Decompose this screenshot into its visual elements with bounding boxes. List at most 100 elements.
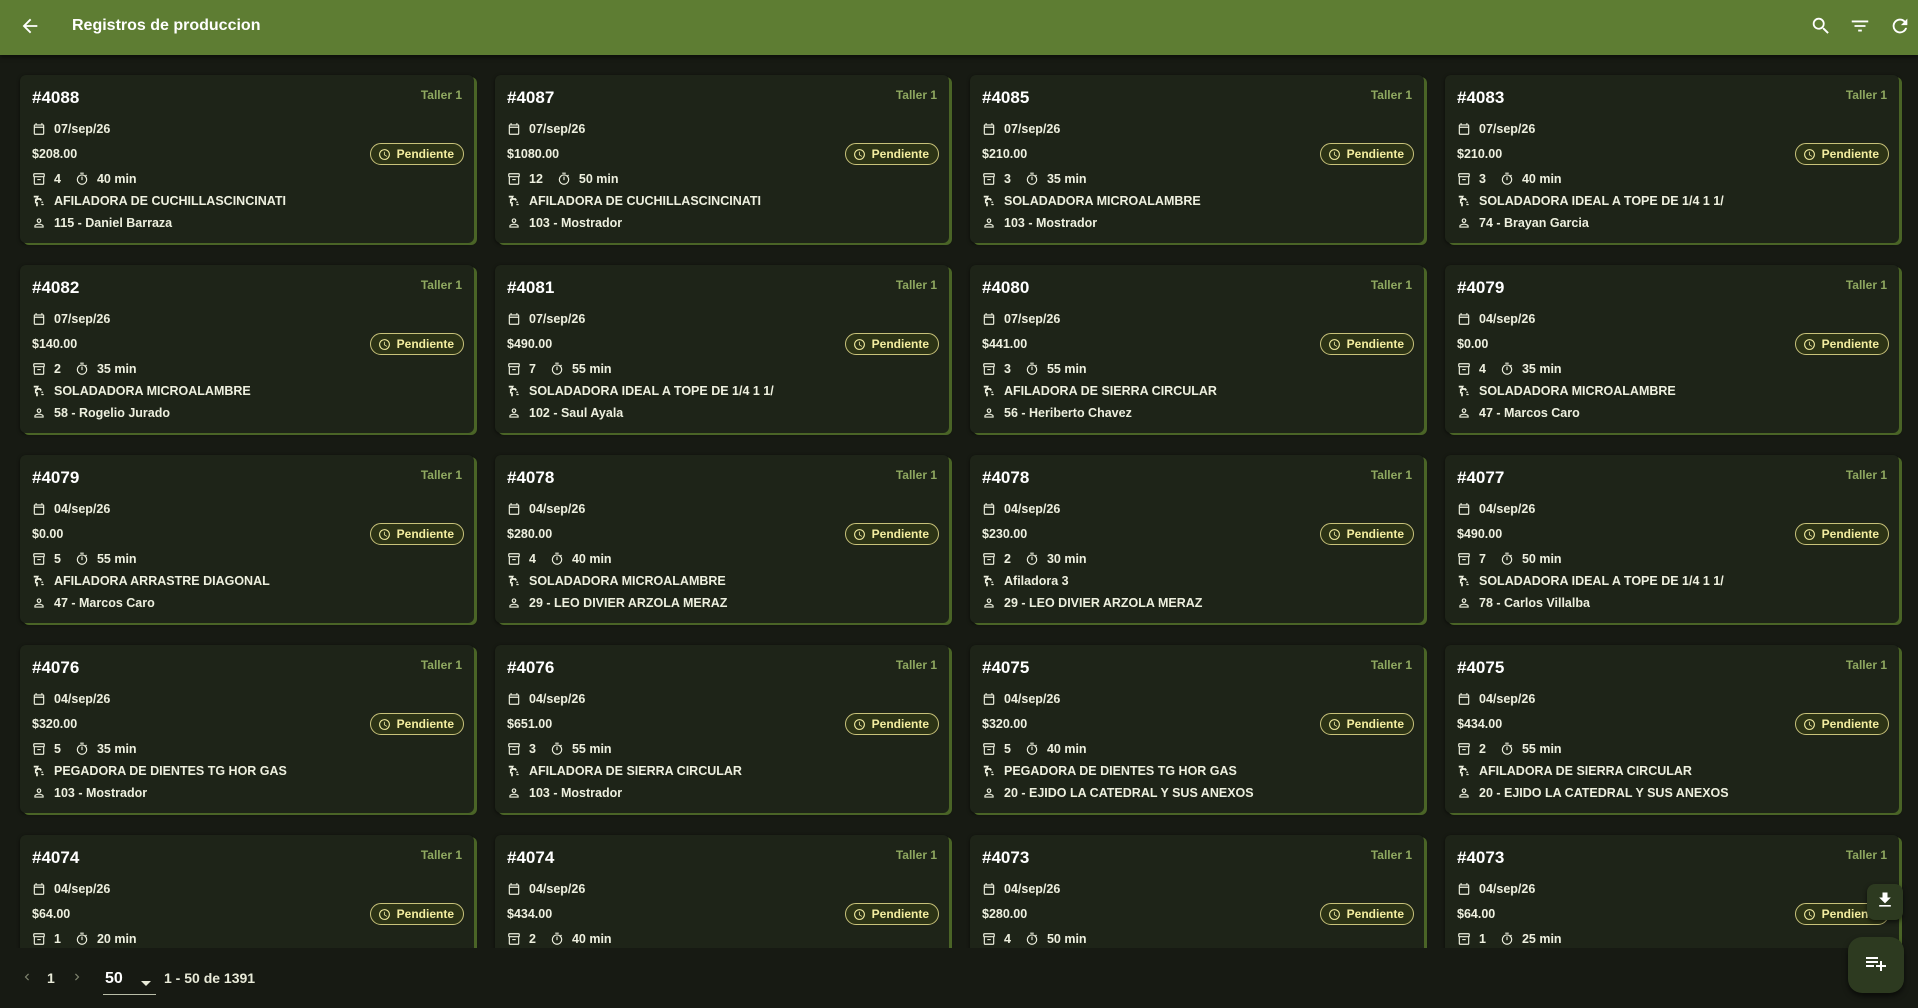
status-badge[interactable]: Pendiente: [1319, 143, 1414, 165]
clock-icon: [853, 147, 867, 161]
production-record-card[interactable]: #4087 Taller 1 07/sep/26 $1080.00 Pendie…: [495, 75, 949, 243]
record-machine: AFILADORA DE SIERRA CIRCULAR: [1479, 764, 1692, 778]
production-record-card[interactable]: #4078 Taller 1 04/sep/26 $280.00 Pendien…: [495, 455, 949, 623]
production-record-card[interactable]: #4073 Taller 1 04/sep/26 $280.00 Pendien…: [970, 835, 1424, 948]
status-badge[interactable]: Pendiente: [369, 523, 464, 545]
status-badge[interactable]: Pendiente: [1319, 333, 1414, 355]
production-record-card[interactable]: #4074 Taller 1 04/sep/26 $434.00 Pendien…: [495, 835, 949, 948]
taller-label: Taller 1: [1845, 848, 1887, 862]
record-number: #4074: [507, 848, 555, 867]
clock-icon: [853, 337, 867, 351]
date-row: 07/sep/26: [982, 312, 1060, 326]
production-record-card[interactable]: #4085 Taller 1 07/sep/26 $210.00 Pendien…: [970, 75, 1424, 243]
status-label: Pendiente: [396, 337, 454, 351]
status-badge[interactable]: Pendiente: [1794, 333, 1889, 355]
production-record-card[interactable]: #4076 Taller 1 04/sep/26 $651.00 Pendien…: [495, 645, 949, 813]
machine-row: AFILADORA ARRASTRE DIAGONAL: [32, 574, 270, 588]
status-badge[interactable]: Pendiente: [369, 333, 464, 355]
filter-button[interactable]: [1846, 14, 1874, 42]
machine-icon: [1457, 574, 1471, 588]
record-date: 04/sep/26: [54, 502, 111, 516]
search-button[interactable]: [1807, 14, 1835, 42]
status-badge[interactable]: Pendiente: [1319, 713, 1414, 735]
status-badge[interactable]: Pendiente: [369, 713, 464, 735]
person-icon: [1457, 216, 1471, 230]
status-badge[interactable]: Pendiente: [1794, 523, 1889, 545]
record-price: $280.00: [507, 527, 553, 541]
production-record-card[interactable]: #4083 Taller 1 07/sep/26 $210.00 Pendien…: [1445, 75, 1899, 243]
box-icon: [982, 932, 996, 946]
status-badge[interactable]: Pendiente: [1794, 143, 1889, 165]
status-badge[interactable]: Pendiente: [844, 713, 939, 735]
record-date: 04/sep/26: [1004, 502, 1061, 516]
price-row: $230.00: [982, 527, 1027, 541]
status-badge[interactable]: Pendiente: [844, 523, 939, 545]
clock-icon: [853, 527, 867, 541]
taller-label: Taller 1: [420, 278, 462, 292]
status-badge[interactable]: Pendiente: [369, 903, 464, 925]
production-record-card[interactable]: #4078 Taller 1 04/sep/26 $230.00 Pendien…: [970, 455, 1424, 623]
record-machine: AFILADORA DE SIERRA CIRCULAR: [529, 764, 742, 778]
status-badge[interactable]: Pendiente: [1319, 903, 1414, 925]
record-machine: SOLADADORA IDEAL A TOPE DE 1/4 1 1/: [529, 384, 774, 398]
arrow-back-icon: [19, 15, 41, 42]
box-icon: [32, 552, 46, 566]
user-row: 29 - LEO DIVIER ARZOLA MERAZ: [507, 596, 727, 610]
calendar-icon: [507, 692, 521, 706]
previous-page-button[interactable]: [20, 970, 34, 987]
production-record-card[interactable]: #4081 Taller 1 07/sep/26 $490.00 Pendien…: [495, 265, 949, 433]
production-record-card[interactable]: #4080 Taller 1 07/sep/26 $441.00 Pendien…: [970, 265, 1424, 433]
quantity-time-row: 3 55 min: [507, 742, 612, 756]
page-size-select[interactable]: 50: [103, 963, 156, 995]
refresh-button[interactable]: [1886, 14, 1914, 42]
record-date: 07/sep/26: [1004, 312, 1061, 326]
status-badge[interactable]: Pendiente: [369, 143, 464, 165]
box-icon: [982, 742, 996, 756]
price-row: $140.00: [32, 337, 77, 351]
calendar-icon: [982, 882, 996, 896]
status-badge[interactable]: Pendiente: [844, 903, 939, 925]
timer-icon: [75, 172, 89, 186]
record-quantity: 4: [1004, 932, 1011, 946]
timer-icon: [1025, 932, 1039, 946]
quantity-time-row: 2 40 min: [507, 932, 612, 946]
calendar-icon: [982, 502, 996, 516]
timer-icon: [1025, 552, 1039, 566]
clock-icon: [378, 147, 392, 161]
page-size-value: 50: [105, 969, 123, 987]
box-icon: [982, 552, 996, 566]
taller-label: Taller 1: [1845, 278, 1887, 292]
production-record-card[interactable]: #4079 Taller 1 04/sep/26 $0.00 Pendiente…: [1445, 265, 1899, 433]
date-row: 04/sep/26: [32, 692, 110, 706]
price-row: $64.00: [1457, 907, 1495, 921]
record-user: 47 - Marcos Caro: [1479, 406, 1580, 420]
timer-icon: [1025, 172, 1039, 186]
calendar-icon: [32, 122, 46, 136]
production-record-card[interactable]: #4075 Taller 1 04/sep/26 $320.00 Pendien…: [970, 645, 1424, 813]
back-button[interactable]: [16, 14, 44, 42]
record-date: 04/sep/26: [1479, 312, 1536, 326]
production-record-card[interactable]: #4082 Taller 1 07/sep/26 $140.00 Pendien…: [20, 265, 474, 433]
machine-icon: [507, 384, 521, 398]
production-record-card[interactable]: #4077 Taller 1 04/sep/26 $490.00 Pendien…: [1445, 455, 1899, 623]
production-record-card[interactable]: #4074 Taller 1 04/sep/26 $64.00 Pendient…: [20, 835, 474, 948]
clock-icon: [853, 717, 867, 731]
status-badge[interactable]: Pendiente: [1794, 713, 1889, 735]
production-record-card[interactable]: #4075 Taller 1 04/sep/26 $434.00 Pendien…: [1445, 645, 1899, 813]
calendar-icon: [1457, 122, 1471, 136]
timer-icon: [550, 932, 564, 946]
status-badge[interactable]: Pendiente: [1319, 523, 1414, 545]
price-row: $64.00: [32, 907, 70, 921]
status-badge[interactable]: Pendiente: [844, 333, 939, 355]
production-record-card[interactable]: #4073 Taller 1 04/sep/26 $64.00 Pendient…: [1445, 835, 1899, 948]
person-icon: [32, 406, 46, 420]
production-record-card[interactable]: #4076 Taller 1 04/sep/26 $320.00 Pendien…: [20, 645, 474, 813]
next-page-button[interactable]: [70, 970, 84, 987]
machine-row: AFILADORA DE SIERRA CIRCULAR: [1457, 764, 1692, 778]
download-button[interactable]: [1867, 884, 1903, 920]
production-record-card[interactable]: #4079 Taller 1 04/sep/26 $0.00 Pendiente…: [20, 455, 474, 623]
production-record-card[interactable]: #4088 Taller 1 07/sep/26 $208.00 Pendien…: [20, 75, 474, 243]
status-badge[interactable]: Pendiente: [844, 143, 939, 165]
add-record-button[interactable]: [1848, 937, 1904, 993]
clock-icon: [1803, 717, 1817, 731]
